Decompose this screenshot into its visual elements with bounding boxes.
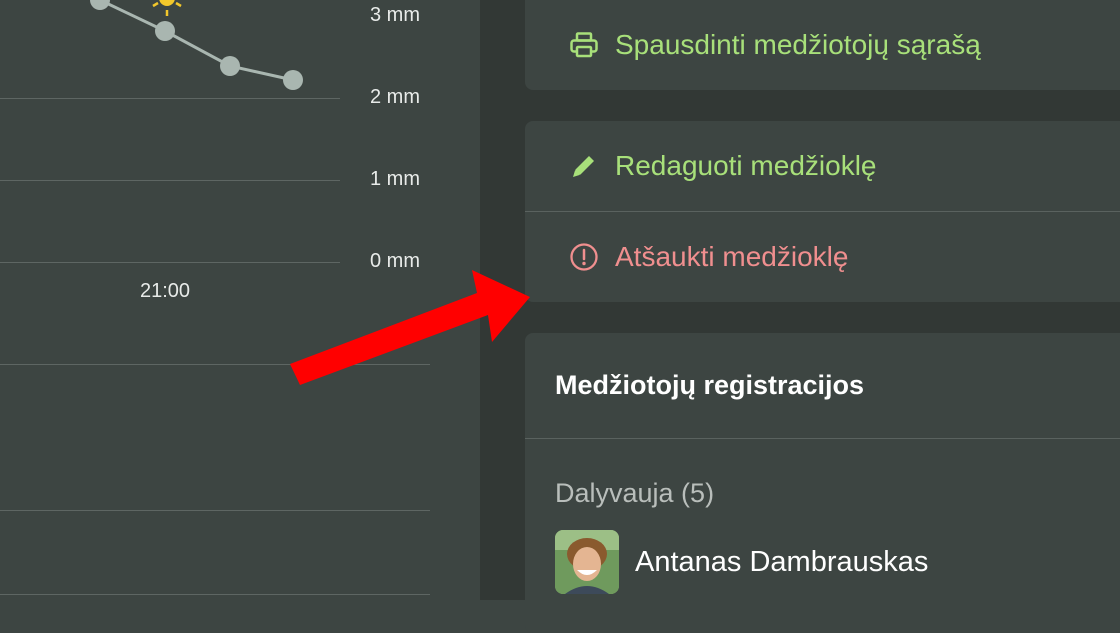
y-tick-label: 2 mm <box>370 86 420 108</box>
edit-hunt-label: Redaguoti medžioklę <box>615 150 877 181</box>
chart-point <box>90 0 110 10</box>
chart-point <box>155 21 175 41</box>
print-hunters-list-button[interactable]: Spausdinti medžiotojų sąrašą <box>525 0 1120 90</box>
y-tick-label: 0 mm <box>370 250 420 272</box>
y-tick-label: 3 mm <box>370 4 420 26</box>
printer-icon <box>569 30 599 60</box>
avatar <box>555 530 619 594</box>
registrations-title: Medžiotojų registracijos <box>555 370 865 400</box>
chart-point <box>220 56 240 76</box>
divider <box>525 438 1120 439</box>
chart-gridline <box>0 262 340 263</box>
cancel-hunt-button[interactable]: Atšaukti medžioklę <box>525 212 1120 302</box>
moon-icon <box>286 24 315 59</box>
chart-series-line <box>99 0 294 82</box>
chart-gridline <box>0 510 430 511</box>
moon-icon <box>223 8 252 43</box>
x-tick-label: 21:00 <box>140 280 191 302</box>
exclamation-circle-icon <box>569 242 599 272</box>
chart-gridline <box>0 594 430 595</box>
hunt-sidebar: Spausdinti medžiotojų sąrašą Redaguoti m… <box>525 0 1120 633</box>
edit-hunt-button[interactable]: Redaguoti medžioklę <box>525 121 1120 211</box>
print-card: Spausdinti medžiotojų sąrašą <box>525 0 1120 90</box>
chart-gridline <box>0 98 340 99</box>
cancel-hunt-label: Atšaukti medžioklę <box>615 241 849 272</box>
chart-gridline <box>0 180 340 181</box>
participant-name: Antanas Dambrauskas <box>635 545 929 578</box>
pencil-icon <box>569 151 599 181</box>
participant-row[interactable]: Antanas Dambrauskas <box>555 530 928 594</box>
print-hunters-list-label: Spausdinti medžiotojų sąrašą <box>615 29 981 60</box>
participating-count: Dalyvauja (5) <box>555 478 715 508</box>
chart-point <box>283 70 303 90</box>
hunt-actions-card: Redaguoti medžioklę Atšaukti medžioklę <box>525 121 1120 302</box>
sun-icon <box>152 0 182 16</box>
annotation-arrow-icon <box>290 270 530 385</box>
y-tick-label: 1 mm <box>370 168 420 190</box>
hunter-registrations-card: Medžiotojų registracijos Dalyvauja (5) A… <box>525 333 1120 633</box>
